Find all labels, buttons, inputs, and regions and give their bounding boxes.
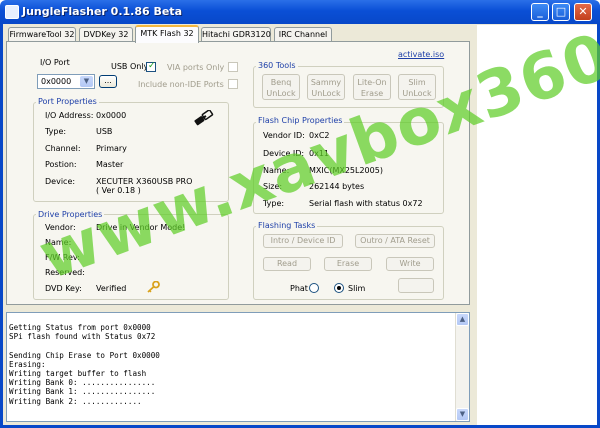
outro-ata-reset-button[interactable]: Outro / ATA Reset bbox=[355, 234, 435, 248]
include-non-ide-checkbox[interactable] bbox=[228, 79, 238, 89]
channel-label: Channel: bbox=[45, 144, 81, 153]
benq-unlock-line1: Benq bbox=[270, 78, 292, 87]
scroll-up-icon[interactable]: ▲ bbox=[456, 313, 469, 326]
tools-360-title: 360 Tools bbox=[256, 61, 298, 70]
name-label: Name: bbox=[45, 238, 72, 247]
window-title: JungleFlasher 0.1.86 Beta bbox=[22, 5, 182, 18]
chevron-down-icon[interactable]: ▼ bbox=[80, 76, 93, 87]
type-label: Type: bbox=[45, 127, 67, 136]
log-line: Writing target buffer to flash bbox=[9, 369, 147, 379]
device-version: ( Ver 0.18 ) bbox=[96, 186, 141, 195]
usb-only-checkbox[interactable]: ✓ bbox=[146, 61, 156, 72]
log-line: SPi flash found with Status 0x72 bbox=[9, 332, 156, 342]
tab-irc-channel[interactable]: IRC Channel bbox=[274, 27, 332, 42]
via-only-checkbox[interactable] bbox=[228, 62, 238, 72]
right-panel bbox=[477, 25, 597, 425]
slim-label: Slim bbox=[348, 284, 366, 293]
reserved-label: Reserved: bbox=[45, 268, 85, 277]
via-only-label: VIA ports Only bbox=[167, 63, 225, 72]
vendor-value: Drive in Vendor Mode! bbox=[96, 223, 186, 232]
browse-button[interactable]: ... bbox=[99, 75, 117, 88]
log-line: Writing Bank 1: ................ bbox=[9, 387, 156, 397]
chip-name-value: MXIC(MX25L2005) bbox=[309, 166, 383, 175]
sammy-unlock-line1: Sammy bbox=[310, 78, 342, 87]
postion-value: Master bbox=[96, 160, 124, 169]
tab-dvdkey[interactable]: DVDKey 32 bbox=[79, 27, 133, 42]
liteon-erase-line1: Lite-On bbox=[357, 78, 387, 87]
log-line: Getting Status from port 0x0000 bbox=[9, 323, 151, 332]
sammy-unlock-button[interactable]: Sammy UnLock bbox=[307, 74, 345, 100]
chip-size-label: Size: bbox=[263, 182, 283, 191]
log-line: Sending Chip Erase to Port 0x0000 bbox=[9, 350, 160, 360]
slim-radio[interactable] bbox=[334, 283, 344, 293]
tab-hitachi[interactable]: Hitachi GDR3120 bbox=[201, 27, 271, 42]
slim-unlock-line2: UnLock bbox=[402, 89, 432, 98]
minimize-button[interactable]: _ bbox=[531, 3, 549, 21]
log-line: Writing Bank 2: ............. bbox=[9, 396, 142, 406]
flash-chip-title: Flash Chip Properties bbox=[256, 116, 345, 125]
benq-unlock-button[interactable]: Benq UnLock bbox=[262, 74, 300, 100]
channel-value: Primary bbox=[96, 144, 127, 153]
device-label: Device: bbox=[45, 177, 76, 186]
device-id-label: Device ID: bbox=[263, 149, 305, 158]
write-button[interactable]: Write bbox=[386, 257, 434, 271]
intro-device-id-button[interactable]: Intro / Device ID bbox=[263, 234, 343, 248]
slim-unlock-button[interactable]: Slim UnLock bbox=[398, 74, 436, 100]
log-lines: Getting Status from port 0x0000 SPi flash… bbox=[9, 323, 160, 406]
vendor-label: Vendor: bbox=[45, 223, 76, 232]
io-port-select[interactable]: 0x0000 ▼ bbox=[37, 74, 95, 89]
activate-iso-link[interactable]: activate.iso bbox=[398, 50, 444, 59]
maximize-button[interactable]: □ bbox=[552, 3, 570, 21]
close-button[interactable]: ✕ bbox=[574, 3, 592, 21]
fw-rev-label: F/W Rev: bbox=[45, 253, 80, 262]
flashing-tasks-title: Flashing Tasks bbox=[256, 221, 318, 230]
type-value: USB bbox=[96, 127, 113, 136]
port-properties-title: Port Properties bbox=[36, 97, 99, 106]
vendor-id-label: Vendor ID: bbox=[263, 131, 305, 140]
log-output[interactable]: Getting Status from port 0x0000 SPi flash… bbox=[6, 312, 470, 422]
tab-firmwaretool[interactable]: FirmwareTool 32 bbox=[8, 27, 76, 42]
chip-type-value: Serial flash with status 0x72 bbox=[309, 199, 423, 208]
postion-label: Postion: bbox=[45, 160, 77, 169]
drive-properties-title: Drive Properties bbox=[36, 210, 105, 219]
dvd-key-value: Verified bbox=[96, 284, 127, 293]
liteon-erase-line2: Erase bbox=[360, 89, 384, 98]
chip-type-label: Type: bbox=[263, 199, 285, 208]
scroll-down-icon[interactable]: ▼ bbox=[456, 408, 469, 421]
dvd-key-label: DVD Key: bbox=[45, 284, 82, 293]
title-bar: JungleFlasher 0.1.86 Beta _ □ ✕ bbox=[0, 0, 600, 24]
tab-mtk-flash[interactable]: MTK Flash 32 bbox=[135, 25, 199, 43]
io-address-label: I/O Address: bbox=[45, 111, 94, 120]
erase-button[interactable]: Erase bbox=[324, 257, 372, 271]
chip-name-label: Name: bbox=[263, 166, 290, 175]
app-icon bbox=[5, 5, 19, 19]
log-line: Writing Bank 0: ................ bbox=[9, 378, 156, 388]
io-port-label: I/O Port bbox=[40, 58, 70, 67]
benq-unlock-line2: UnLock bbox=[266, 89, 296, 98]
vendor-id-value: 0xC2 bbox=[309, 131, 330, 140]
phat-label: Phat bbox=[290, 284, 308, 293]
log-scrollbar[interactable]: ▲ ▼ bbox=[455, 313, 469, 421]
device-value: XECUTER X360USB PRO bbox=[96, 177, 193, 186]
read-button[interactable]: Read bbox=[263, 257, 311, 271]
checkmark-icon: ✓ bbox=[148, 61, 156, 71]
device-id-value: 0x11 bbox=[309, 149, 330, 158]
slim-unlock-line1: Slim bbox=[408, 78, 426, 87]
chip-size-value: 262144 bytes bbox=[309, 182, 365, 191]
key-icon bbox=[147, 281, 160, 293]
phat-radio[interactable] bbox=[309, 283, 319, 293]
io-address-value: 0x0000 bbox=[96, 111, 127, 120]
blank-button[interactable] bbox=[398, 278, 434, 293]
include-non-ide-label: Include non-IDE Ports bbox=[138, 80, 224, 89]
log-line: Erasing: bbox=[9, 359, 46, 369]
io-port-value: 0x0000 bbox=[41, 77, 72, 86]
usb-plug-icon bbox=[194, 110, 214, 126]
liteon-erase-button[interactable]: Lite-On Erase bbox=[353, 74, 391, 100]
sammy-unlock-line2: UnLock bbox=[311, 89, 341, 98]
usb-only-label: USB Only bbox=[111, 62, 149, 71]
